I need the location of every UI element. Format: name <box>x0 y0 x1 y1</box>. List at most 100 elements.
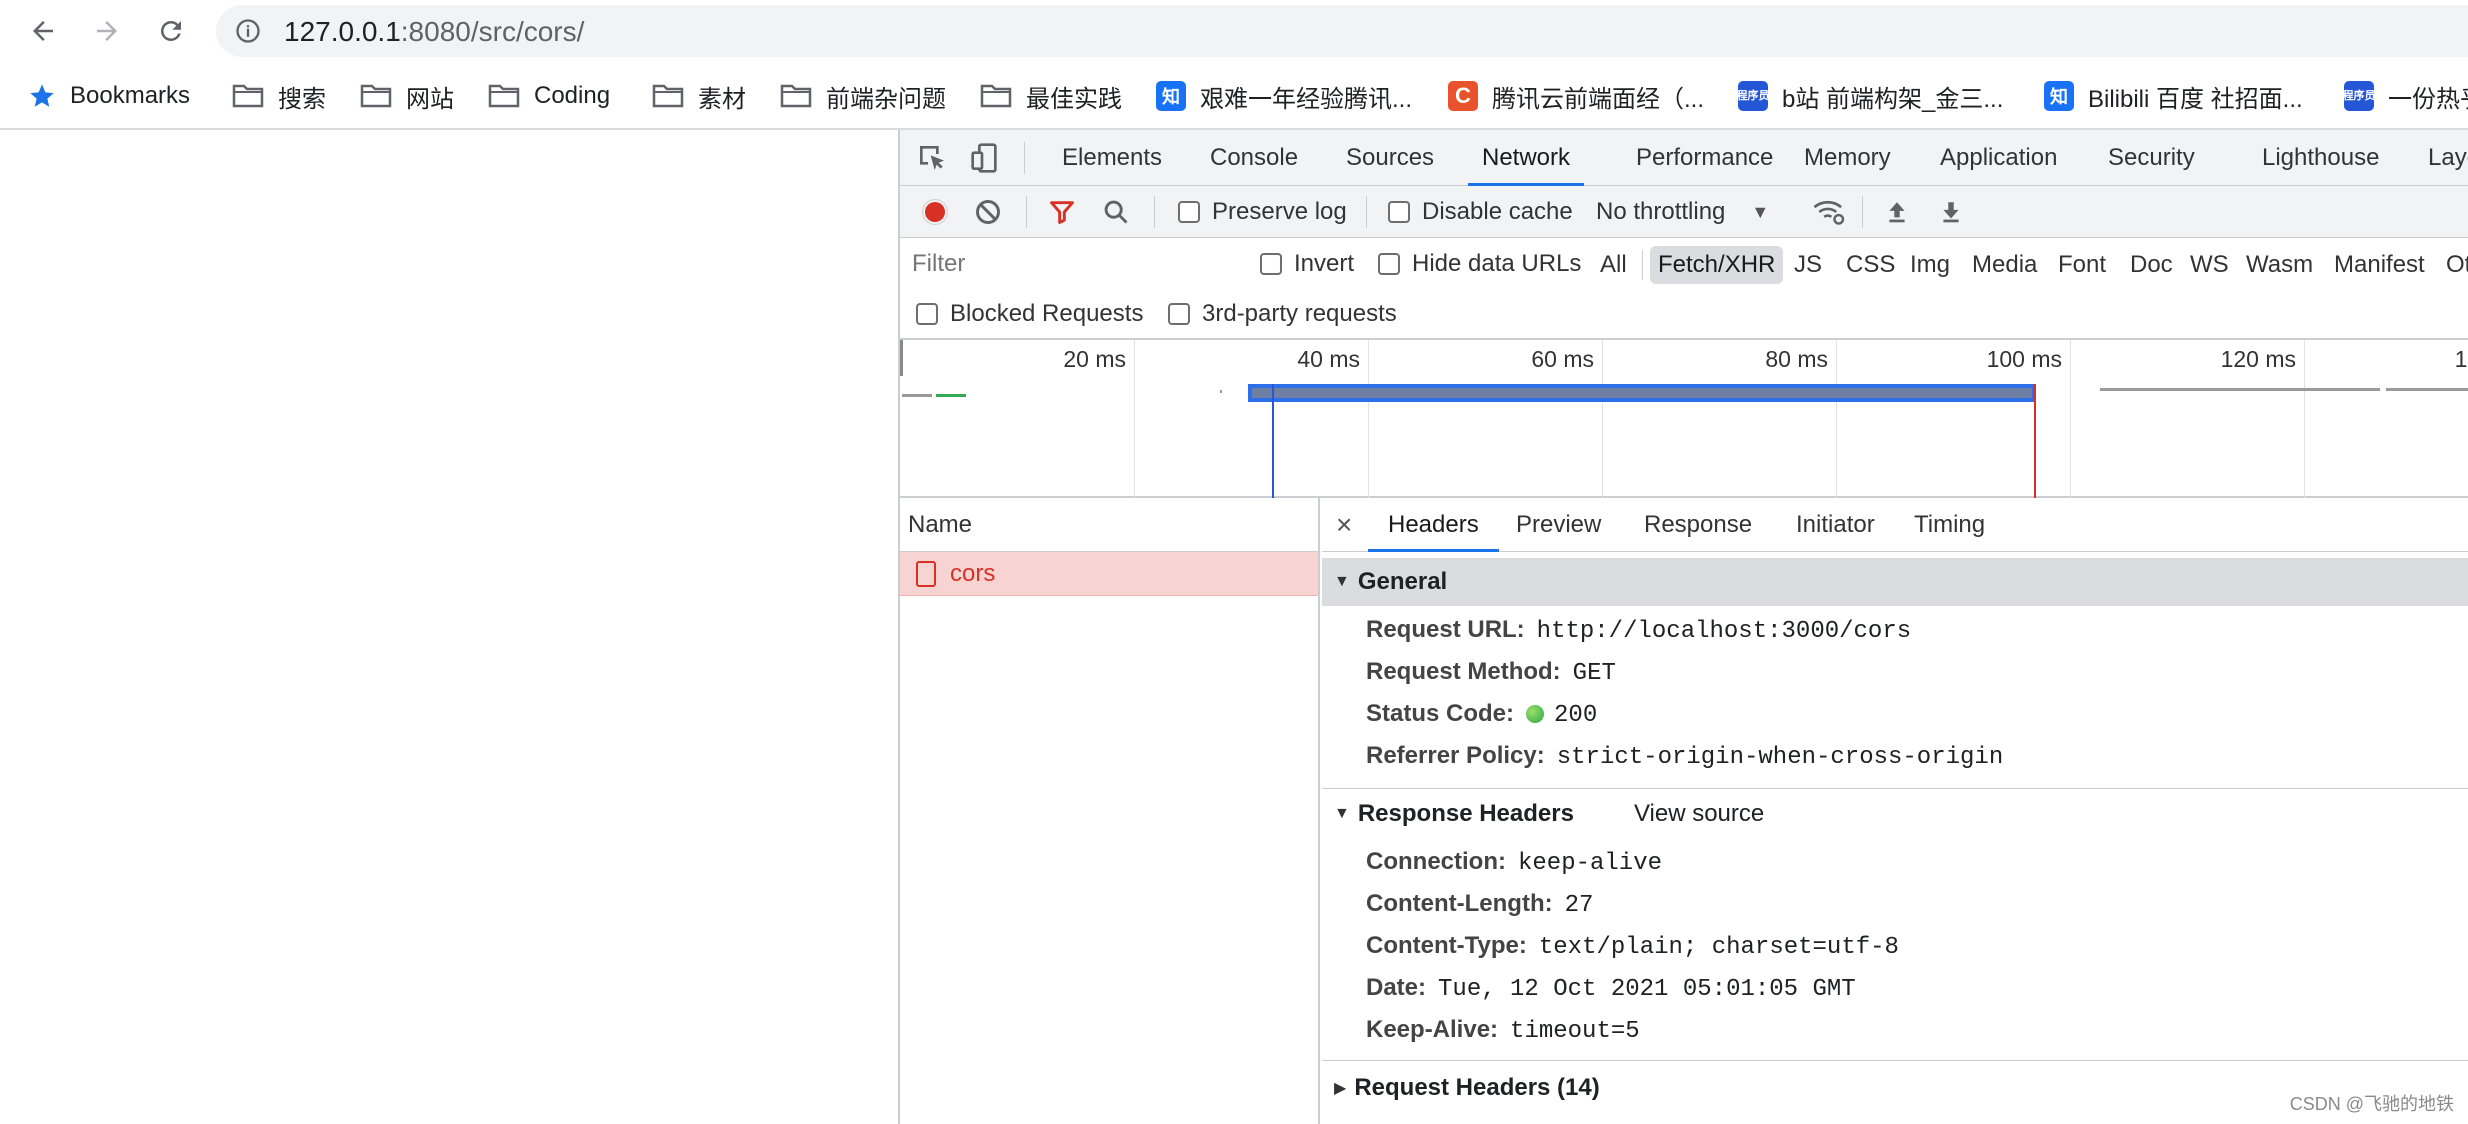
third-party-checkbox[interactable]: 3rd-party requests <box>1168 290 1397 338</box>
tab-initiator[interactable]: Initiator <box>1796 498 1875 552</box>
back-button[interactable] <box>22 10 64 52</box>
folder-icon <box>360 83 392 109</box>
upload-icon <box>1889 202 1905 223</box>
tab-memory[interactable]: Memory <box>1804 130 1891 186</box>
bookmark-folder[interactable]: 前端杂问题 <box>780 76 946 116</box>
grid-line <box>1836 340 1837 498</box>
info-icon[interactable] <box>234 17 262 50</box>
bookmark-folder[interactable]: 网站 <box>360 76 454 116</box>
device-toolbar-icon[interactable] <box>970 142 1002 179</box>
tab-sources[interactable]: Sources <box>1346 130 1434 186</box>
checkbox[interactable] <box>1378 253 1400 275</box>
timeline-overview[interactable]: 20 ms 40 ms 60 ms 80 ms 100 ms 120 ms 14… <box>900 340 2468 498</box>
folder-icon <box>780 83 812 109</box>
tab-preview[interactable]: Preview <box>1516 498 1601 552</box>
browser-toolbar: 127.0.0.1:8080/src/cors/ <box>0 0 2468 62</box>
inspect-element-icon[interactable] <box>916 142 948 179</box>
zhihu-badge: 知 <box>1156 81 1186 111</box>
forward-button[interactable] <box>86 10 128 52</box>
checkbox[interactable] <box>1388 201 1410 223</box>
import-har-button[interactable] <box>1884 186 1910 238</box>
type-filter-fetch-xhr[interactable]: Fetch/XHR <box>1650 246 1784 284</box>
type-filter-doc[interactable]: Doc <box>2130 246 2173 284</box>
type-filter-other[interactable]: Other <box>2446 246 2468 284</box>
request-bar <box>1220 390 1222 393</box>
header-field: Content-Length: 27 <box>1366 884 1593 924</box>
invert-label: Invert <box>1294 250 1355 277</box>
checkbox[interactable] <box>916 303 938 325</box>
section-general-header[interactable]: ▼ General <box>1322 558 2468 606</box>
filter-bar-secondary: Blocked Requests 3rd-party requests <box>900 290 2468 340</box>
throttling-select[interactable]: No throttling ▼ <box>1596 186 1769 238</box>
search-button[interactable] <box>1102 186 1130 238</box>
grid-line <box>1602 340 1603 498</box>
bookmark-folder[interactable]: 素材 <box>652 76 746 116</box>
tab-application[interactable]: Application <box>1940 130 2057 186</box>
close-icon[interactable]: × <box>1336 498 1352 552</box>
header-field: Connection: keep-alive <box>1366 842 1662 882</box>
tab-timing[interactable]: Timing <box>1914 498 1985 552</box>
tab-security[interactable]: Security <box>2108 130 2195 186</box>
type-filter-ws[interactable]: WS <box>2190 246 2229 284</box>
network-conditions-button[interactable] <box>1812 186 1846 238</box>
checkbox[interactable] <box>1168 303 1190 325</box>
tab-layers[interactable]: Layers <box>2428 130 2468 186</box>
field-key: Keep-Alive: <box>1366 1016 1499 1043</box>
record-button[interactable] <box>920 186 950 238</box>
view-source-link[interactable]: View source <box>1634 800 1764 828</box>
timeline-start-marker <box>900 340 903 376</box>
section-response-headers-header[interactable]: ▼ Response Headers View source <box>1322 790 2468 838</box>
preserve-log-checkbox[interactable]: Preserve log <box>1178 186 1347 238</box>
bookmark-item[interactable]: 程序员 一份热乎 <box>2343 76 2468 116</box>
bookmark-item[interactable]: Bookmarks <box>28 76 190 116</box>
checkbox[interactable] <box>1260 253 1282 275</box>
request-row[interactable]: cors <box>900 552 1318 596</box>
type-filter-wasm[interactable]: Wasm <box>2246 246 2313 284</box>
tab-performance[interactable]: Performance <box>1636 130 1773 186</box>
bookmark-item[interactable]: 知 Bilibili 百度 社招面... <box>2044 76 2303 116</box>
bookmark-item[interactable]: 程序员 b站 前端构架_金三... <box>1737 76 2003 116</box>
tab-response[interactable]: Response <box>1644 498 1752 552</box>
url-text[interactable]: 127.0.0.1:8080/src/cors/ <box>284 16 584 48</box>
bookmark-folder[interactable]: Coding <box>488 76 610 116</box>
selected-request-bar <box>1248 384 2036 402</box>
column-header-name[interactable]: Name <box>900 498 1318 552</box>
filter-input[interactable] <box>908 246 1238 282</box>
tab-elements[interactable]: Elements <box>1062 130 1162 186</box>
clear-button[interactable] <box>974 186 1002 238</box>
tab-network[interactable]: Network <box>1467 130 1585 186</box>
bookmarks-bar: Bookmarks 搜索 网站 Coding 素材 前端杂问题 最佳实践 知 艰… <box>0 62 2468 130</box>
disable-cache-checkbox[interactable]: Disable cache <box>1388 186 1573 238</box>
hide-data-urls-checkbox[interactable]: Hide data URLs <box>1378 238 1581 290</box>
blocked-requests-checkbox[interactable]: Blocked Requests <box>916 290 1143 338</box>
separator <box>1024 142 1025 174</box>
bookmark-folder[interactable]: 搜索 <box>232 76 326 116</box>
bookmark-item[interactable]: C 腾讯云前端面经（... <box>1448 76 1704 116</box>
tab-headers[interactable]: Headers <box>1368 498 1499 552</box>
reload-button[interactable] <box>150 10 192 52</box>
type-filter-manifest[interactable]: Manifest <box>2334 246 2425 284</box>
address-bar[interactable]: 127.0.0.1:8080/src/cors/ <box>216 5 2468 57</box>
tab-lighthouse[interactable]: Lighthouse <box>2262 130 2379 186</box>
request-list: Name cors <box>900 498 1320 1124</box>
field-key: Request Method: <box>1366 658 1561 685</box>
url-host: 127.0.0.1 <box>284 16 401 47</box>
site-badge: 程序员 <box>2343 81 2376 111</box>
type-filter-font[interactable]: Font <box>2058 246 2106 284</box>
type-filter-img[interactable]: Img <box>1910 246 1950 284</box>
type-filter-js[interactable]: JS <box>1794 246 1822 284</box>
bookmark-label: 一份热乎 <box>2388 85 2468 113</box>
export-har-button[interactable] <box>1938 186 1964 238</box>
separator <box>1154 196 1155 228</box>
tab-console[interactable]: Console <box>1210 130 1298 186</box>
checkbox[interactable] <box>1178 201 1200 223</box>
type-filter-css[interactable]: CSS <box>1846 246 1895 284</box>
invert-checkbox[interactable]: Invert <box>1260 238 1354 290</box>
filter-button[interactable] <box>1048 186 1076 238</box>
bookmark-folder[interactable]: 最佳实践 <box>980 76 1122 116</box>
tick-label: 120 ms <box>2220 346 2296 372</box>
bookmark-item[interactable]: 知 艰难一年经验腾讯... <box>1156 76 1412 116</box>
bookmark-label: 最佳实践 <box>1026 85 1122 113</box>
type-filter-media[interactable]: Media <box>1972 246 2037 284</box>
type-filter-all[interactable]: All <box>1600 246 1627 284</box>
